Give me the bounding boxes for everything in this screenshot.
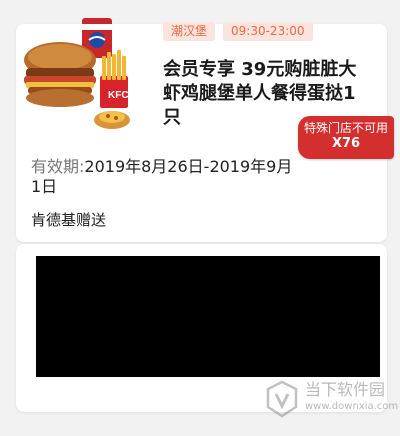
validity-label: 有效期: — [31, 157, 85, 176]
svg-text:KFC: KFC — [108, 90, 129, 101]
store-restriction-label: 特殊门店不可用 — [303, 121, 388, 135]
category-tag: 潮汉堡 — [163, 22, 216, 41]
watermark-url: www.downxia.com — [305, 401, 399, 412]
store-restriction-count: X76 — [331, 136, 361, 151]
validity-period: 有效期:2019年8月26日-2019年9月1日 — [31, 157, 301, 197]
coupon-giver: 肯德基赠送 — [31, 211, 107, 229]
watermark-logo-icon — [266, 380, 298, 418]
watermark: 当下软件园 www.downxia.com — [265, 378, 399, 420]
time-range-tag: 09:30-23:00 — [223, 22, 313, 41]
burger-meal-image: KFC — [18, 12, 148, 138]
watermark-text: 当下软件园 — [305, 380, 386, 399]
redeem-code-area — [36, 256, 380, 377]
coupon-tags: 潮汉堡 09:30-23:00 — [163, 22, 313, 41]
store-restriction-badge[interactable]: 特殊门店不可用 X76 — [298, 116, 394, 159]
